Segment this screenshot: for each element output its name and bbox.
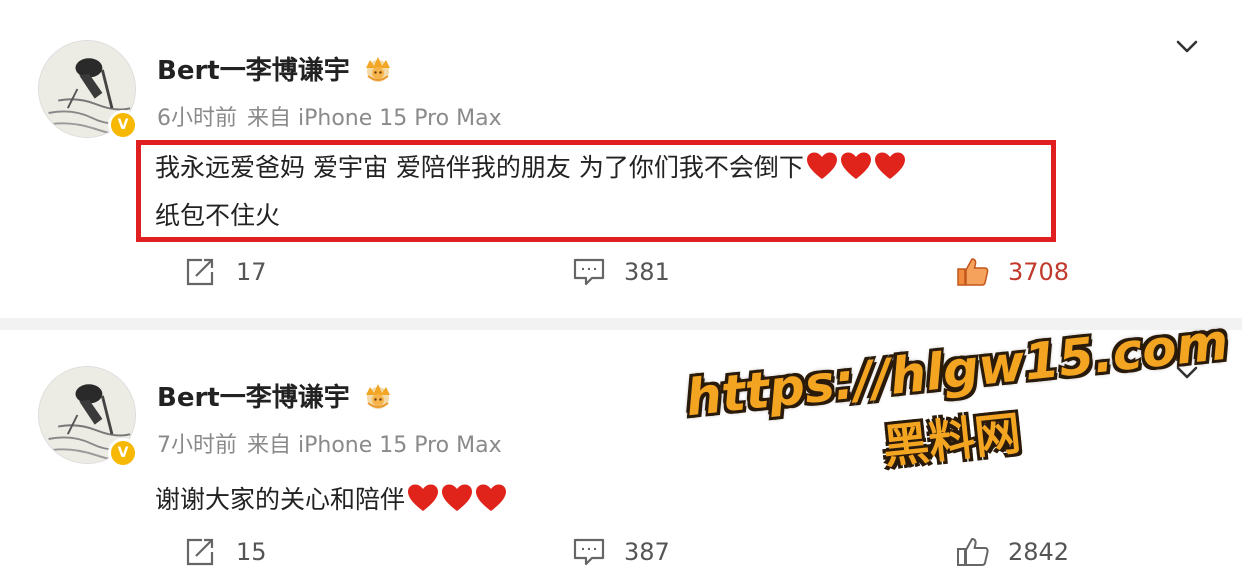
red-heart-icon (806, 152, 837, 179)
repost-icon (186, 538, 214, 566)
comment-icon (573, 538, 605, 566)
repost-icon (186, 258, 214, 286)
thumbs-up-icon (957, 258, 989, 286)
comment-button[interactable]: 387 (572, 536, 670, 566)
post-time[interactable]: 6小时前 (157, 106, 237, 131)
weibo-post-card: V Bert一李博谦宇 6小时前 来自 iPhone 15 Pro Max 我永远… (0, 0, 1242, 318)
like-button[interactable]: 2842 (956, 536, 1069, 566)
repost-button[interactable]: 15 (184, 536, 267, 566)
repost-count: 17 (236, 258, 267, 286)
comment-icon (573, 258, 605, 286)
red-heart-icon (476, 484, 507, 511)
chevron-down-icon[interactable] (1174, 34, 1200, 60)
verified-badge-icon: V (108, 438, 138, 468)
post-time[interactable]: 7小时前 (157, 433, 237, 458)
red-heart-icon (408, 484, 439, 511)
post-source: 来自 iPhone 15 Pro Max (247, 433, 502, 458)
like-button[interactable]: 3708 (956, 256, 1069, 288)
red-heart-icon (874, 152, 905, 179)
red-heart-icon (840, 152, 871, 179)
comment-count: 387 (624, 538, 670, 566)
comment-button[interactable]: 381 (572, 256, 670, 288)
post-meta: 6小时前 来自 iPhone 15 Pro Max (157, 100, 502, 132)
post-actions: 15 387 2842 (0, 536, 1242, 566)
like-count: 2842 (1008, 538, 1070, 566)
post-content: 我永远爱爸妈 爱宇宙 爱陪伴我的朋友 为了你们我不会倒下 纸包不住火 (155, 144, 1035, 240)
weibo-post-card: V Bert一李博谦宇 7小时前 来自 iPhone 15 Pro Max 谢谢大… (0, 330, 1242, 566)
content-line: 谢谢大家的关心和陪伴 (155, 476, 1035, 524)
post-actions: 17 381 3708 (0, 256, 1242, 296)
repost-count: 15 (236, 538, 267, 566)
username-row: Bert一李博谦宇 (157, 377, 396, 414)
post-source: 来自 iPhone 15 Pro Max (247, 106, 502, 131)
username-link[interactable]: Bert一李博谦宇 (157, 377, 350, 414)
thumbs-up-icon (957, 538, 989, 566)
content-line: 纸包不住火 (155, 201, 281, 230)
comment-count: 381 (624, 258, 670, 286)
member-crown-icon[interactable] (360, 381, 396, 411)
repost-button[interactable]: 17 (184, 256, 267, 288)
red-heart-icon (442, 484, 473, 511)
post-meta: 7小时前 来自 iPhone 15 Pro Max (157, 427, 502, 459)
post-content: 谢谢大家的关心和陪伴 (155, 476, 1035, 524)
member-crown-icon[interactable] (360, 54, 396, 84)
like-count: 3708 (1008, 258, 1070, 286)
username-link[interactable]: Bert一李博谦宇 (157, 50, 350, 87)
verified-badge-icon: V (108, 110, 138, 140)
content-line: 我永远爱爸妈 爱宇宙 爱陪伴我的朋友 为了你们我不会倒下 (155, 144, 1035, 192)
username-row: Bert一李博谦宇 (157, 50, 396, 87)
chevron-down-icon[interactable] (1174, 360, 1200, 386)
